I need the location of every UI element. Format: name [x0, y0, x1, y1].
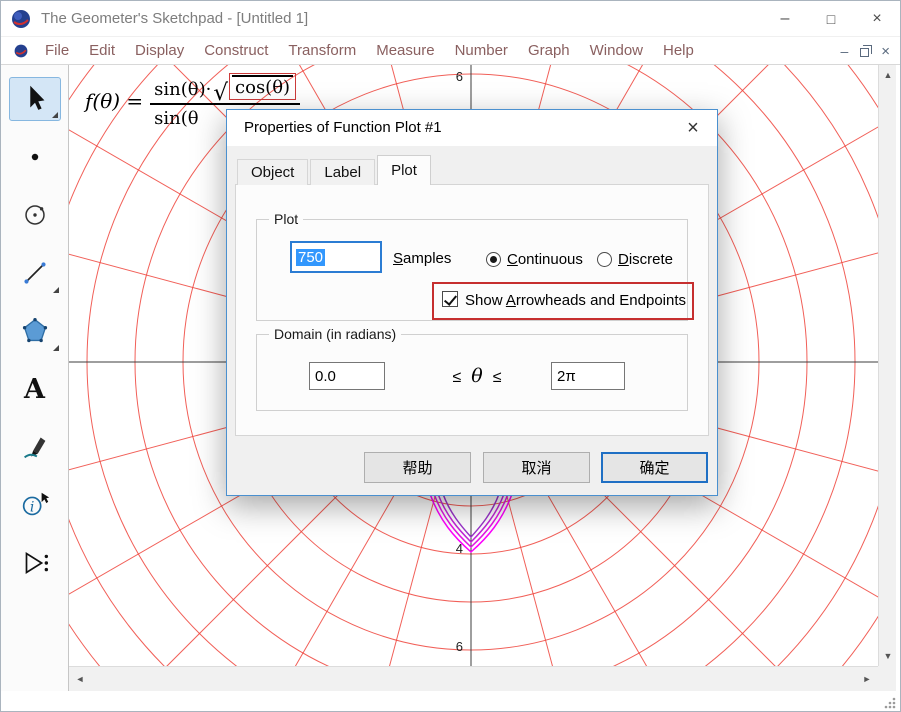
marker-tool[interactable]	[9, 425, 61, 469]
custom-tool[interactable]	[9, 541, 61, 585]
info-icon: i	[18, 488, 52, 522]
samples-value: 750	[296, 249, 325, 266]
text-tool[interactable]: A	[9, 367, 61, 411]
sketch-canvas[interactable]: 6 4 6 f(θ) = sin(θ)· √ cos(θ) sin(θ Prop…	[69, 65, 878, 666]
menu-measure[interactable]: Measure	[366, 37, 444, 65]
axis-label-6-top: 6	[445, 69, 463, 84]
tab-plot[interactable]: Plot	[377, 155, 431, 185]
circle-icon	[18, 198, 52, 232]
document-icon	[13, 43, 29, 59]
domain-min-value: 0.0	[315, 368, 336, 385]
submenu-indicator-icon	[53, 287, 59, 293]
scroll-left-icon[interactable]: ◄	[71, 670, 89, 688]
dialog-tabs: Object Label Plot	[237, 155, 433, 185]
plot-group: Plot 750 Samples Continuous Discrete Sho…	[256, 219, 688, 321]
svg-text:i: i	[29, 500, 34, 516]
menu-transform[interactable]: Transform	[278, 37, 366, 65]
axis-label-4: 4	[445, 541, 463, 556]
point-icon	[18, 140, 52, 174]
app-logo-icon	[11, 9, 31, 29]
numerator: sin(θ)· √ cos(θ)	[150, 73, 300, 103]
horizontal-scrollbar[interactable]: ◄ ►	[69, 666, 878, 691]
polygon-tool[interactable]	[9, 309, 61, 353]
submenu-indicator-icon	[52, 112, 58, 118]
show-arrowheads-checkbox[interactable]	[442, 291, 458, 307]
sqrt-icon: √	[213, 84, 228, 102]
samples-input[interactable]: 750	[290, 241, 382, 273]
samples-label: Samples	[393, 250, 451, 267]
tab-label[interactable]: Label	[310, 159, 375, 185]
domain-max-value: 2π	[557, 368, 576, 385]
menu-number[interactable]: Number	[445, 37, 518, 65]
radicand: cos(θ)	[232, 75, 293, 98]
continuous-radio[interactable]	[486, 252, 501, 267]
show-arrowheads-label[interactable]: Show Arrowheads and Endpoints	[465, 292, 686, 309]
menu-graph[interactable]: Graph	[518, 37, 580, 65]
dialog-title: Properties of Function Plot #1	[227, 119, 442, 136]
selection-box: cos(θ)	[229, 73, 296, 100]
function-lhs: f(θ) =	[85, 89, 143, 113]
domain-group: Domain (in radians) 0.0 ≤θ≤ 2π	[256, 334, 688, 411]
title-bar: The Geometer's Sketchpad - [Untitled 1] …	[1, 1, 900, 37]
menu-window[interactable]: Window	[580, 37, 653, 65]
marker-pen-icon	[18, 430, 52, 464]
compass-tool[interactable]	[9, 193, 61, 237]
scrollbar-corner	[878, 666, 896, 691]
mdi-minimize-icon[interactable]: –	[840, 43, 848, 59]
arrow-cursor-icon	[18, 82, 52, 116]
properties-dialog: Properties of Function Plot #1 × Object …	[226, 109, 718, 496]
status-strip	[1, 691, 900, 712]
mdi-close-icon[interactable]: ×	[881, 43, 890, 60]
information-tool[interactable]: i	[9, 483, 61, 527]
pentagon-icon	[18, 314, 52, 348]
scroll-right-icon[interactable]: ►	[858, 670, 876, 688]
ok-button[interactable]: 确定	[601, 452, 708, 483]
submenu-indicator-icon	[53, 345, 59, 351]
cancel-button[interactable]: 取消	[483, 452, 590, 483]
dialog-close-icon[interactable]: ×	[677, 114, 709, 142]
segment-icon	[18, 256, 52, 290]
domain-max-input[interactable]: 2π	[551, 362, 625, 390]
menu-help[interactable]: Help	[653, 37, 704, 65]
menu-display[interactable]: Display	[125, 37, 194, 65]
straightedge-tool[interactable]	[9, 251, 61, 295]
minimize-button[interactable]: –	[762, 1, 808, 37]
close-button[interactable]: ×	[854, 1, 900, 37]
plot-group-label: Plot	[269, 211, 303, 227]
continuous-radio-label[interactable]: Continuous	[507, 251, 583, 268]
scroll-up-icon[interactable]: ▲	[879, 66, 897, 84]
domain-group-label: Domain (in radians)	[269, 326, 401, 342]
custom-tool-icon	[18, 546, 52, 580]
menu-file[interactable]: File	[35, 37, 79, 65]
tab-object[interactable]: Object	[237, 159, 308, 185]
app-window: The Geometer's Sketchpad - [Untitled 1] …	[0, 0, 901, 712]
vertical-scrollbar[interactable]: ▲ ▼	[878, 65, 896, 666]
help-button[interactable]: 帮助	[364, 452, 471, 483]
point-tool[interactable]	[9, 135, 61, 179]
tool-palette: A i	[1, 65, 69, 691]
scroll-down-icon[interactable]: ▼	[879, 647, 897, 665]
window-title: The Geometer's Sketchpad - [Untitled 1]	[41, 10, 308, 27]
discrete-radio[interactable]	[597, 252, 612, 267]
plot-tab-page: Plot 750 Samples Continuous Discrete Sho…	[235, 184, 709, 436]
selection-arrow-tool[interactable]	[9, 77, 61, 121]
discrete-radio-label[interactable]: Discrete	[618, 251, 673, 268]
domain-min-input[interactable]: 0.0	[309, 362, 385, 390]
dialog-title-bar[interactable]: Properties of Function Plot #1 ×	[227, 110, 717, 146]
axis-label-6-bottom: 6	[445, 639, 463, 654]
numerator-prefix: sin(θ)·	[154, 79, 211, 100]
domain-relation: ≤θ≤	[407, 365, 547, 387]
maximize-button[interactable]: □	[808, 1, 854, 37]
letter-a-icon: A	[24, 374, 45, 405]
resize-grip-icon[interactable]	[883, 696, 897, 710]
menu-construct[interactable]: Construct	[194, 37, 278, 65]
mdi-restore-icon[interactable]	[860, 48, 869, 57]
menu-bar: File Edit Display Construct Transform Me…	[1, 37, 900, 65]
menu-edit[interactable]: Edit	[79, 37, 125, 65]
